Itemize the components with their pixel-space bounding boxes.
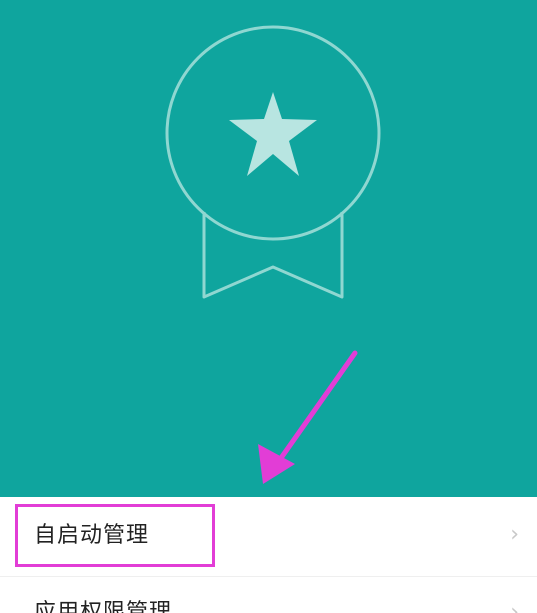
chevron-right-icon: › bbox=[510, 522, 519, 547]
settings-list: 自启动管理 › 应用权限管理 › bbox=[0, 497, 537, 613]
chevron-right-icon: › bbox=[510, 600, 519, 613]
screen: 自启动管理 › 应用权限管理 › bbox=[0, 0, 537, 613]
list-item-label: 自启动管理 bbox=[34, 523, 150, 548]
hero-banner bbox=[0, 0, 537, 497]
divider bbox=[0, 576, 537, 577]
list-item-label: 应用权限管理 bbox=[34, 600, 173, 613]
list-item-auto-start[interactable]: 自启动管理 › bbox=[0, 497, 537, 579]
arrow-icon bbox=[258, 350, 358, 484]
list-item-app-permissions[interactable]: 应用权限管理 › bbox=[0, 582, 537, 613]
